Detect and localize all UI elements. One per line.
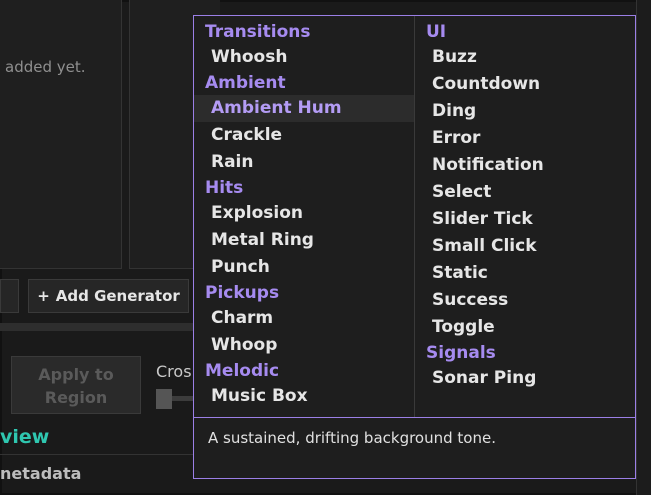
preset-column-right: UI Buzz Countdown Ding Error Notification Sele… xyxy=(415,16,635,417)
generator-preset-dropdown: Transitions Whoosh Ambient Ambient Hum Crack… xyxy=(193,15,636,479)
menu-item-charm[interactable]: Charm xyxy=(194,305,414,332)
metadata-heading: netadata xyxy=(0,464,82,483)
right-scroll-region xyxy=(636,0,651,495)
menu-group-header: UI xyxy=(426,22,447,42)
menu-item-metal-ring[interactable]: Metal Ring xyxy=(194,227,414,254)
generator-list-panel xyxy=(0,0,122,269)
menu-item-buzz[interactable]: Buzz xyxy=(415,44,635,71)
crossfade-label: Cros xyxy=(156,362,192,381)
menu-item-rain[interactable]: Rain xyxy=(194,149,414,176)
add-generator-label: Add Generator xyxy=(55,287,180,305)
menu-group-header: Ambient xyxy=(205,73,286,93)
menu-group-header: Signals xyxy=(426,343,496,363)
preset-column-left: Transitions Whoosh Ambient Ambient Hum Crack… xyxy=(194,16,415,417)
menu-item-countdown[interactable]: Countdown xyxy=(415,71,635,98)
horizontal-scrollbar[interactable] xyxy=(0,323,200,331)
menu-group-header: Melodic xyxy=(205,361,280,381)
menu-item-punch[interactable]: Punch xyxy=(194,254,414,281)
menu-item-whoosh[interactable]: Whoosh xyxy=(194,44,414,71)
crossfade-slider-handle[interactable] xyxy=(156,389,172,409)
menu-item-slider-tick[interactable]: Slider Tick xyxy=(415,206,635,233)
section-divider xyxy=(0,454,200,455)
partial-button[interactable] xyxy=(0,279,19,313)
apply-button-line2: Region xyxy=(44,388,108,407)
apply-to-region-button[interactable]: Apply to Region xyxy=(11,356,141,414)
menu-item-error[interactable]: Error xyxy=(415,125,635,152)
menu-group-header: Hits xyxy=(205,178,244,198)
menu-group-header: Transitions xyxy=(205,22,311,42)
preset-description: A sustained, drifting background tone. xyxy=(194,417,635,478)
menu-item-small-click[interactable]: Small Click xyxy=(415,233,635,260)
menu-item-sonar-ping[interactable]: Sonar Ping xyxy=(415,365,635,392)
menu-item-static[interactable]: Static xyxy=(415,260,635,287)
empty-list-message: added yet. xyxy=(5,58,86,76)
menu-item-crackle[interactable]: Crackle xyxy=(194,122,414,149)
menu-item-success[interactable]: Success xyxy=(415,287,635,314)
menu-item-select[interactable]: Select xyxy=(415,179,635,206)
menu-item-notification[interactable]: Notification xyxy=(415,152,635,179)
plus-icon: + xyxy=(37,287,50,305)
menu-item-music-box[interactable]: Music Box xyxy=(194,383,414,410)
menu-item-explosion[interactable]: Explosion xyxy=(194,200,414,227)
menu-group-header: Pickups xyxy=(205,283,280,303)
preview-heading: view xyxy=(0,426,50,448)
add-generator-button[interactable]: + Add Generator xyxy=(28,279,189,313)
apply-button-line1: Apply to xyxy=(38,365,114,384)
menu-item-whoop[interactable]: Whoop xyxy=(194,332,414,359)
menu-item-ambient-hum[interactable]: Ambient Hum xyxy=(194,95,414,122)
menu-item-ding[interactable]: Ding xyxy=(415,98,635,125)
menu-item-toggle[interactable]: Toggle xyxy=(415,314,635,341)
